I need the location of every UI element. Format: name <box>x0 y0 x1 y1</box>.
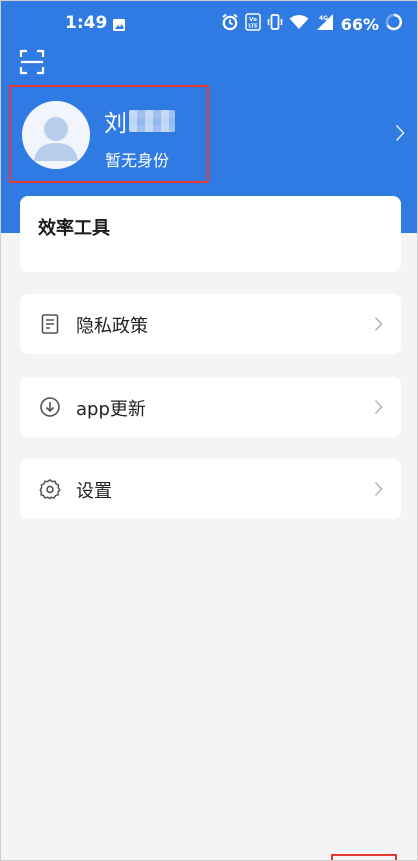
download-circle-icon <box>39 396 61 418</box>
efficiency-tools-title: 效率工具 <box>38 218 110 239</box>
status-time: 1:49 <box>65 13 108 33</box>
image-icon <box>112 17 126 36</box>
gear-icon <box>39 478 61 500</box>
menu-item-app-update[interactable]: app更新 <box>20 377 401 437</box>
menu-item-label: app更新 <box>76 399 146 420</box>
wifi-icon <box>289 14 309 34</box>
alarm-icon <box>221 13 239 35</box>
highlight-box <box>331 854 397 860</box>
volte-icon: Vo LTE <box>244 13 261 35</box>
menu-item-label: 设置 <box>76 481 112 502</box>
menu-item-privacy-policy[interactable]: 隐私政策 <box>20 294 401 354</box>
efficiency-tools-card: 效率工具 <box>20 196 401 272</box>
profile-section[interactable]: 刘 暂无身份 <box>9 85 209 183</box>
battery-ring-icon <box>385 13 403 35</box>
user-name-text: 刘 <box>104 111 127 137</box>
chevron-right-icon <box>374 399 383 419</box>
user-role: 暂无身份 <box>105 151 170 170</box>
svg-text:LTE: LTE <box>248 24 258 30</box>
scan-icon[interactable] <box>19 49 45 75</box>
status-icons: Vo LTE 4G 66% <box>221 13 403 35</box>
menu-item-settings[interactable]: 设置 <box>20 459 401 519</box>
signal-4g-icon: 4G <box>315 13 335 35</box>
chevron-right-icon[interactable] <box>395 124 405 146</box>
default-avatar-icon <box>22 101 90 169</box>
chevron-right-icon <box>374 316 383 336</box>
svg-text:Vo: Vo <box>249 17 257 23</box>
vibrate-icon <box>267 13 283 35</box>
user-name: 刘 <box>104 104 175 138</box>
document-icon <box>39 313 61 335</box>
status-bar: 1:49 Vo LTE 4G 66% <box>1 1 417 49</box>
app-screen: 1:49 Vo LTE 4G 66% 刘 暂无身份 效率工具 隐私政策 app更… <box>0 0 418 861</box>
chevron-right-icon <box>374 481 383 501</box>
name-blur-mask <box>129 110 175 132</box>
battery-percent: 66% <box>340 14 379 34</box>
svg-text:4G: 4G <box>319 15 328 22</box>
menu-item-label: 隐私政策 <box>76 316 148 337</box>
